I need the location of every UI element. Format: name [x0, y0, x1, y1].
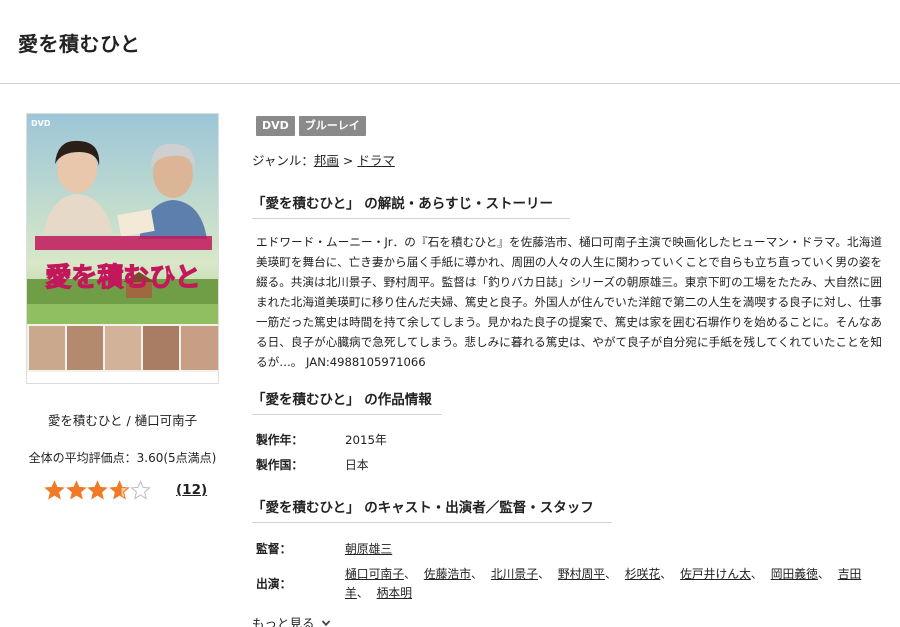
chevron-down-icon: [321, 619, 330, 626]
star-full-icon: [87, 480, 108, 500]
cast-member-link[interactable]: 野村周平: [558, 567, 605, 581]
page-title: 愛を積むひと: [18, 32, 141, 56]
genre-link-drama[interactable]: ドラマ: [357, 153, 395, 168]
cast-member-link[interactable]: 岡田義徳: [771, 567, 818, 581]
story-heading: 「愛を積むひと」 の解説・あらすじ・ストーリー: [252, 192, 570, 219]
director-link[interactable]: 朝原雄三: [345, 542, 392, 556]
cast-separator: 、: [750, 567, 763, 581]
year-value: 2015年: [345, 433, 387, 447]
cast-separator: 、: [817, 567, 830, 581]
cast-member-link[interactable]: 杉咲花: [625, 567, 660, 581]
cast-member-link[interactable]: 柄本明: [377, 586, 412, 600]
cast-separator: 、: [356, 586, 369, 600]
poster-format-mark: DVD: [31, 119, 51, 128]
country-label: 製作国：: [256, 458, 304, 472]
media-badges: DVD ブルーレイ: [256, 116, 366, 136]
review-count-link[interactable]: (12): [176, 482, 207, 498]
rating-stars: [44, 480, 152, 502]
genre-separator: >: [342, 153, 354, 168]
star-full-icon: [44, 480, 65, 500]
page-header: 愛を積むひと: [0, 0, 900, 84]
cast-separator: 、: [538, 567, 550, 581]
country-value: 日本: [345, 458, 369, 472]
show-more-label: もっと見る: [252, 616, 315, 627]
cast-member-link[interactable]: 樋口可南子: [345, 567, 404, 581]
cast-separator: 、: [471, 567, 483, 581]
cast-separator: 、: [404, 567, 416, 581]
star-full-icon: [65, 480, 87, 500]
cast-member-link[interactable]: 北川景子: [491, 567, 538, 581]
cast-list: 樋口可南子、 佐藤浩市、 北川景子、 野村周平、 杉咲花、 佐戸井けん太、 岡田義徳、 吉田羊…: [345, 565, 875, 603]
cast-heading: 「愛を積むひと」 のキャスト・出演者／監督・スタッフ: [252, 496, 612, 523]
star-half-icon: [108, 480, 130, 500]
media-badge: ブルーレイ: [298, 116, 366, 136]
cast-member-link[interactable]: 佐藤浩市: [424, 567, 471, 581]
genre-breadcrumb: ジャンル：邦画 > ドラマ: [252, 150, 395, 169]
cast-label: 出演：: [256, 577, 292, 591]
average-rating-text: 全体の平均評価点：3.60(5点満点): [28, 451, 217, 465]
year-label: 製作年：: [256, 433, 304, 447]
director-label: 監督：: [256, 542, 292, 556]
review-count: 12: [182, 482, 201, 498]
cast-separator: 、: [660, 567, 673, 581]
media-badge: DVD: [256, 116, 295, 136]
synopsis-text: エドワード・ムーニー・Jr．の『石を積むひと』を佐藤浩市、樋口可南子主演で映画化…: [256, 235, 882, 369]
genre-label: ジャンル：: [252, 153, 314, 168]
dvd-cover-image[interactable]: 愛を積むひと DVD: [26, 113, 219, 384]
info-heading: 「愛を積むひと」 の作品情報: [252, 388, 442, 415]
item-caption: 愛を積むひと / 樋口可南子: [47, 413, 198, 428]
star-empty-icon: [130, 480, 151, 500]
cast-member-link[interactable]: 佐戸井けん太: [680, 567, 751, 581]
show-more-link[interactable]: もっと見る: [252, 613, 331, 627]
poster-title-text: 愛を積むひと: [45, 263, 200, 293]
cast-separator: 、: [605, 567, 617, 581]
genre-link-hoga[interactable]: 邦画: [314, 153, 339, 168]
